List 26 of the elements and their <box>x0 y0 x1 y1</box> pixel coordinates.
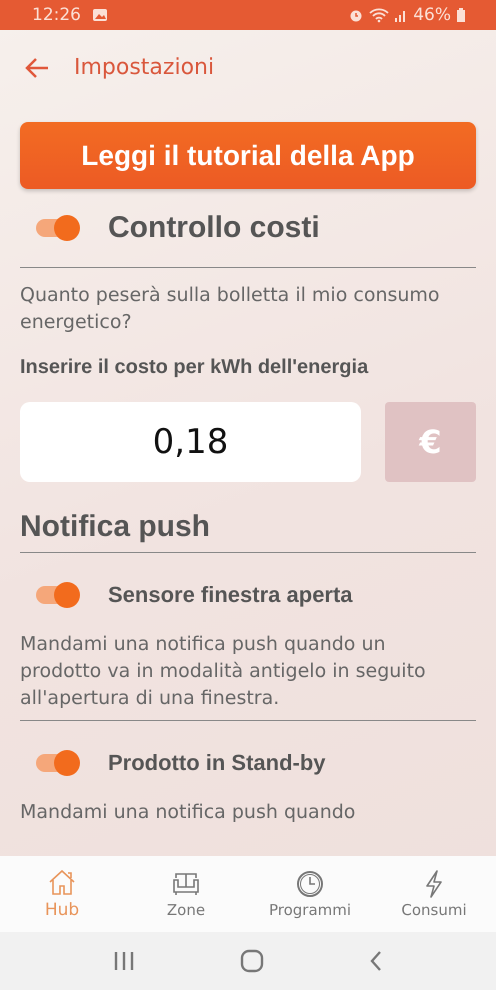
section-title: Controllo costi <box>108 211 320 245</box>
description-text: Mandami una notifica push quando un prodotto va in modalità antigelo in seguito all'apertura di una finestra. <box>20 632 427 711</box>
tab-item[interactable]: Consumi <box>372 856 496 932</box>
home-icon <box>47 868 77 898</box>
cost-input-field[interactable]: 0,18 <box>20 402 361 482</box>
description-text: Mandami una notifica push quando <box>20 800 356 825</box>
tab-item[interactable]: Programmi <box>248 856 372 932</box>
option-title: Sensore finestra aperta <box>108 582 353 608</box>
section-heading: Notifica push <box>20 510 212 544</box>
tab-item[interactable]: Hub <box>0 856 124 932</box>
clock-time: 12:26 <box>32 5 81 25</box>
recent-apps-icon[interactable] <box>112 950 136 972</box>
wifi-icon <box>369 7 390 23</box>
tab-item[interactable]: Zone <box>124 856 248 932</box>
cost-label: Inserire il costo per kWh dell'energia <box>20 356 370 379</box>
tutorial-button[interactable]: Leggi il tutorial della App <box>20 122 476 189</box>
back-icon[interactable] <box>368 949 384 973</box>
image-icon <box>92 8 108 22</box>
clock-icon <box>295 869 325 899</box>
page-title: Impostazioni <box>74 55 214 80</box>
battery-percent: 46% <box>413 5 451 25</box>
description-text: Quanto peserà sulla bolletta il mio consumo energetico? <box>20 283 441 335</box>
battery-icon <box>456 7 466 23</box>
option-title: Prodotto in Stand-by <box>108 750 326 776</box>
back-arrow-icon[interactable] <box>24 56 50 78</box>
home-icon[interactable] <box>240 949 264 973</box>
